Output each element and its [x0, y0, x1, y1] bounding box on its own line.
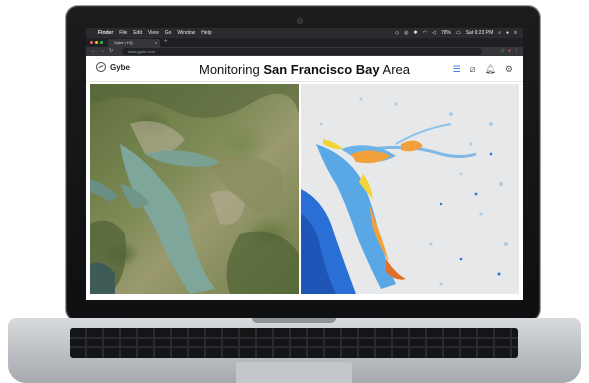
minimize-window-icon[interactable]: [95, 41, 98, 44]
bluetooth-icon[interactable]: ✱: [414, 28, 418, 38]
menu-go[interactable]: Go: [165, 28, 172, 38]
title-prefix: Monitoring: [199, 62, 264, 77]
battery-icon[interactable]: ▭: [456, 28, 461, 38]
webcam: [298, 19, 302, 23]
extension-icon[interactable]: ●: [508, 47, 511, 56]
menu-file[interactable]: File: [119, 28, 127, 38]
close-window-icon[interactable]: [90, 41, 93, 44]
browser-toolbar: ← → ↻ www.gybe.com ☆ ● ⋮: [86, 47, 523, 56]
new-tab-button[interactable]: +: [164, 38, 168, 47]
dropbox-icon[interactable]: ◇: [395, 28, 399, 38]
title-location: San Francisco Bay: [263, 62, 380, 77]
bookmark-star-icon[interactable]: ☆: [500, 47, 504, 56]
address-bar[interactable]: www.gybe.com: [122, 48, 482, 55]
satellite-true-color-map[interactable]: [90, 84, 299, 294]
menu-window[interactable]: Window: [177, 28, 195, 38]
browser-tabstrip: Gybe | HQ × +: [86, 38, 523, 47]
menu-help[interactable]: Help: [201, 28, 211, 38]
mac-menubar: Finder File Edit View Go Window Help ◇ ◎…: [86, 28, 523, 38]
browser-menu-icon[interactable]: ⋮: [514, 47, 519, 56]
trackpad: [236, 362, 352, 383]
sliders-icon[interactable]: ☰: [453, 64, 461, 74]
app-header: Gybe Monitoring San Francisco Bay Area ☰…: [86, 56, 523, 82]
title-suffix: Area: [379, 62, 410, 77]
menu-finder[interactable]: Finder: [98, 28, 113, 38]
zoom-window-icon[interactable]: [100, 41, 103, 44]
reload-icon[interactable]: ↻: [109, 47, 113, 56]
menu-view[interactable]: View: [148, 28, 159, 38]
sync-icon[interactable]: ◎: [404, 28, 408, 38]
map-comparison[interactable]: [90, 84, 519, 294]
tab-close-icon[interactable]: ×: [155, 39, 157, 47]
control-center-icon[interactable]: ≡: [514, 28, 517, 38]
forward-icon[interactable]: →: [100, 47, 105, 56]
keyboard: [70, 328, 518, 358]
menu-edit[interactable]: Edit: [133, 28, 142, 38]
url-text: www.gybe.com: [128, 49, 155, 54]
siri-icon[interactable]: ●: [506, 28, 509, 38]
water-quality-analysis-map[interactable]: [301, 84, 519, 294]
lid-notch: [252, 318, 336, 323]
battery-percent[interactable]: 78%: [441, 28, 451, 38]
volume-icon[interactable]: ◁: [432, 28, 436, 38]
browser-tab[interactable]: Gybe | HQ ×: [108, 39, 160, 47]
bell-icon[interactable]: 🔔︎: [484, 64, 495, 74]
back-icon[interactable]: ←: [91, 47, 96, 56]
tab-title: Gybe | HQ: [114, 40, 133, 45]
window-controls: [90, 41, 103, 44]
satellite-imagery: [90, 84, 299, 294]
water-quality-layer: [301, 84, 519, 294]
gear-icon[interactable]: ⚙: [505, 64, 513, 74]
layers-toggle-icon[interactable]: ⧄: [470, 64, 476, 74]
spotlight-icon[interactable]: ⌕: [498, 28, 501, 38]
wifi-icon[interactable]: ◠: [423, 28, 427, 38]
laptop-screen: Finder File Edit View Go Window Help ◇ ◎…: [86, 28, 523, 300]
menubar-clock[interactable]: Sat 6:23 PM: [466, 28, 494, 38]
